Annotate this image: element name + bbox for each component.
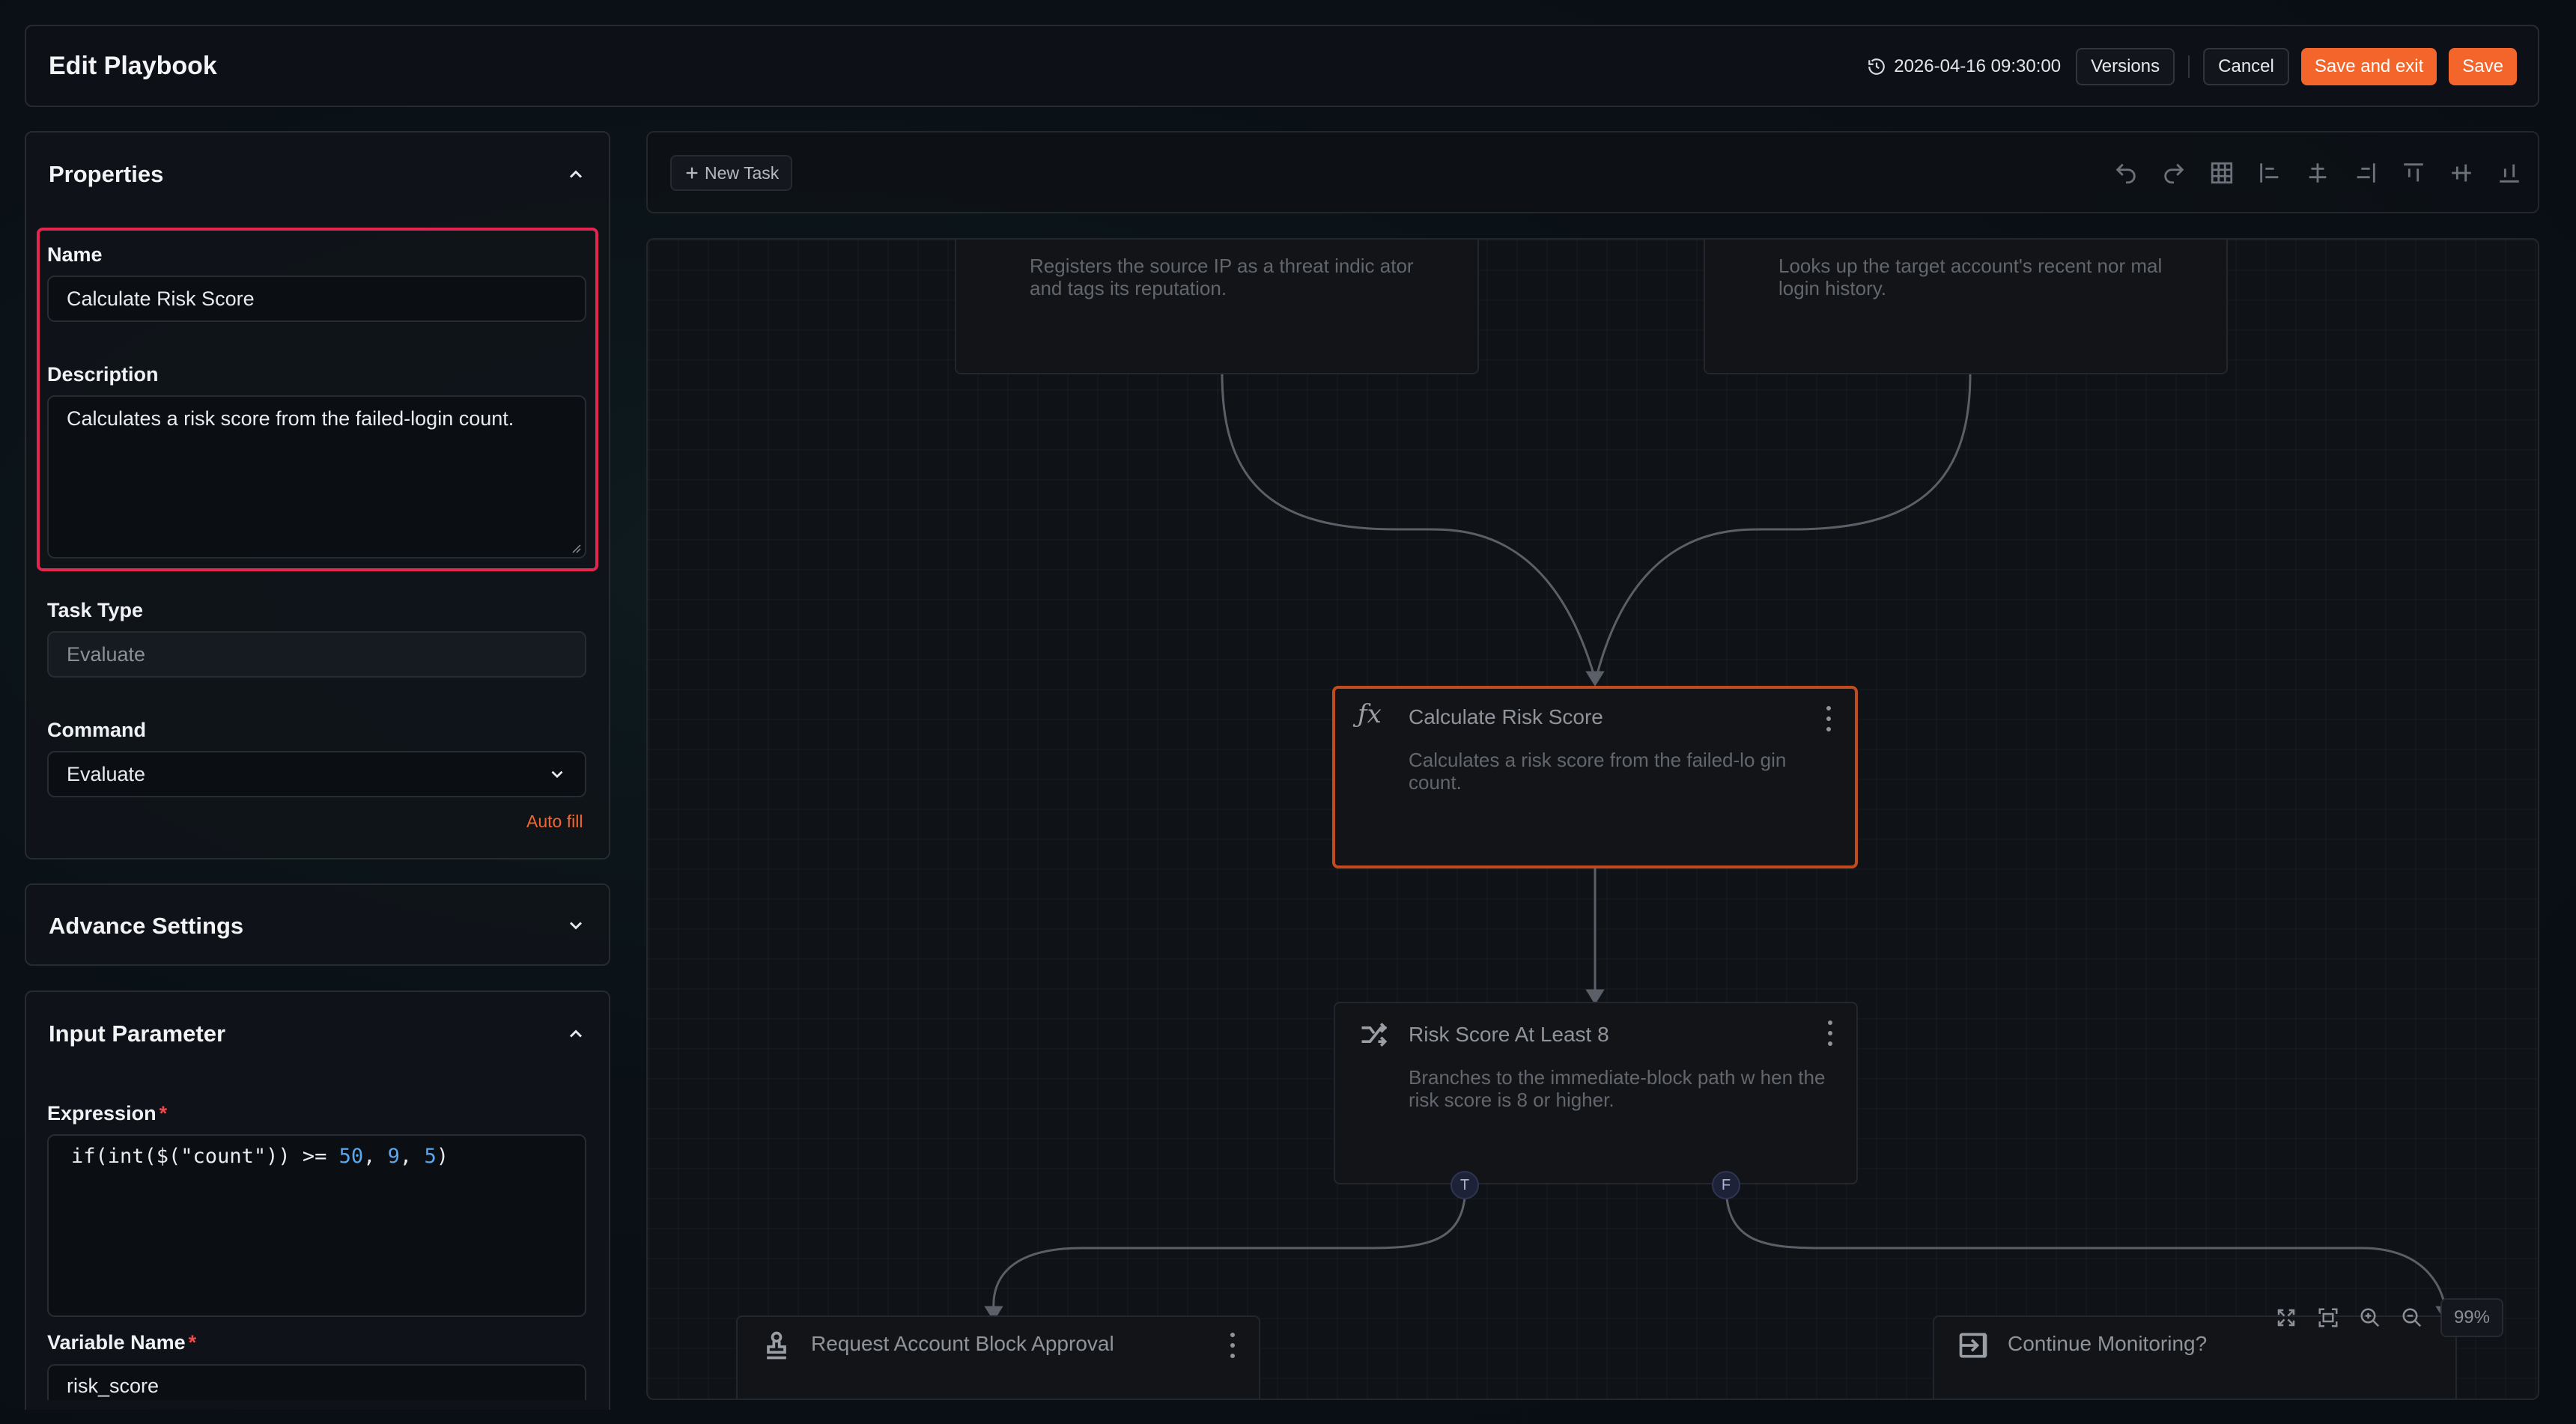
zoom-in-icon[interactable]: [2349, 1297, 2391, 1339]
zoom-level[interactable]: 99%: [2440, 1298, 2503, 1337]
node-description: Branches to the immediate-block path w h…: [1409, 1066, 1826, 1111]
align-left-icon[interactable]: [2250, 153, 2289, 192]
description-label: Description: [47, 363, 159, 386]
auto-fill-link[interactable]: Auto fill: [526, 812, 583, 832]
task-type-field: Evaluate: [47, 631, 586, 678]
new-task-label: New Task: [705, 162, 780, 183]
name-field[interactable]: Calculate Risk Score: [47, 276, 586, 322]
node-risk-score-condition[interactable]: Risk Score At Least 8 Branches to the im…: [1334, 1002, 1858, 1184]
name-label: Name: [47, 243, 103, 266]
new-task-button[interactable]: New Task: [670, 155, 793, 191]
node-description: Calculates a risk score from the failed-…: [1409, 749, 1787, 794]
expression-editor[interactable]: if(int($("count")) >= 50, 9, 5): [47, 1134, 586, 1317]
sign-in-icon: [1959, 1333, 1987, 1358]
canvas-toolbar: New Task: [646, 131, 2539, 213]
node-title: Risk Score At Least 8: [1409, 1023, 1609, 1046]
node-register-threat-indicator[interactable]: Registers the source IP as a threat indi…: [955, 240, 1479, 374]
command-label: Command: [47, 719, 147, 741]
chevron-down-icon[interactable]: [565, 915, 586, 936]
description-text: Calculates a risk score from the failed-…: [67, 407, 514, 430]
top-bar: Edit Playbook 2026-04-16 09:30:00 Versio…: [25, 25, 2539, 107]
input-parameter-title: Input Parameter: [49, 1020, 226, 1047]
node-title: Request Account Block Approval: [811, 1332, 1114, 1355]
plus-icon: [686, 167, 698, 179]
history-icon: [1868, 58, 1886, 75]
variable-name-label: Variable Name *: [47, 1331, 197, 1354]
align-right-icon[interactable]: [2346, 153, 2385, 192]
toolbar-icons: [2097, 153, 2529, 192]
description-textarea[interactable]: Calculates a risk score from the failed-…: [47, 395, 586, 559]
properties-title: Properties: [49, 161, 164, 187]
align-center-icon[interactable]: [2298, 153, 2337, 192]
fit-view-icon[interactable]: [2307, 1297, 2349, 1339]
fullscreen-icon[interactable]: [2265, 1297, 2307, 1339]
workflow-canvas[interactable]: Registers the source IP as a threat indi…: [646, 238, 2539, 1400]
save-and-exit-button[interactable]: Save and exit: [2300, 48, 2437, 85]
version-timestamp: 2026-04-16 09:30:00: [1867, 56, 2061, 77]
node-calculate-risk-score[interactable]: ƒx Calculate Risk Score Calculates a ris…: [1332, 686, 1858, 868]
header-actions: 2026-04-16 09:30:00 Versions Cancel Save…: [1867, 47, 2517, 86]
node-title: Continue Monitoring?: [2008, 1332, 2208, 1355]
align-bottom-icon[interactable]: [2490, 153, 2529, 192]
divider: [2188, 55, 2190, 78]
page-title: Edit Playbook: [49, 52, 217, 80]
port-true[interactable]: T: [1450, 1171, 1479, 1199]
node-title: Calculate Risk Score: [1409, 705, 1603, 728]
chevron-up-icon[interactable]: [565, 1023, 586, 1044]
chevron-up-icon[interactable]: [565, 164, 586, 185]
function-icon: ƒx: [1358, 699, 1382, 729]
resize-handle-icon[interactable]: [570, 542, 582, 554]
save-button[interactable]: Save: [2449, 48, 2517, 85]
kebab-menu-icon[interactable]: [1826, 1018, 1834, 1048]
advance-settings-panel[interactable]: Advance Settings: [25, 883, 610, 966]
node-description: Looks up the target account's recent nor…: [1778, 255, 2163, 299]
node-description: Registers the source IP as a threat indi…: [1030, 255, 1414, 299]
zoom-controls: 99%: [2265, 1297, 2503, 1339]
timestamp-text: 2026-04-16 09:30:00: [1894, 56, 2062, 76]
advance-settings-title: Advance Settings: [49, 913, 244, 939]
variable-name-field[interactable]: risk_score: [47, 1364, 586, 1400]
kebab-menu-icon[interactable]: [1825, 704, 1832, 734]
redo-icon[interactable]: [2154, 153, 2193, 192]
expression-label: Expression *: [47, 1102, 168, 1125]
port-false[interactable]: F: [1712, 1171, 1740, 1199]
command-select[interactable]: Evaluate: [47, 751, 586, 797]
align-top-icon[interactable]: [2394, 153, 2433, 192]
node-login-history-lookup[interactable]: Looks up the target account's recent nor…: [1704, 240, 2228, 374]
command-value: Evaluate: [67, 762, 146, 785]
align-middle-icon[interactable]: [2442, 153, 2481, 192]
kebab-menu-icon[interactable]: [1229, 1330, 1236, 1360]
task-type-label: Task Type: [47, 599, 144, 621]
versions-button[interactable]: Versions: [2076, 48, 2175, 85]
zoom-out-icon[interactable]: [2391, 1297, 2433, 1339]
branch-icon: [1361, 1023, 1388, 1047]
undo-icon[interactable]: [2106, 153, 2145, 192]
approval-stamp-icon: [767, 1331, 786, 1360]
expression-code: if(int($("count")) >= 50, 9, 5): [71, 1145, 449, 1168]
cancel-button[interactable]: Cancel: [2203, 48, 2289, 85]
grid-icon[interactable]: [2202, 153, 2241, 192]
chevron-down-icon: [551, 770, 563, 779]
node-request-account-block-approval[interactable]: Request Account Block Approval: [736, 1315, 1260, 1399]
